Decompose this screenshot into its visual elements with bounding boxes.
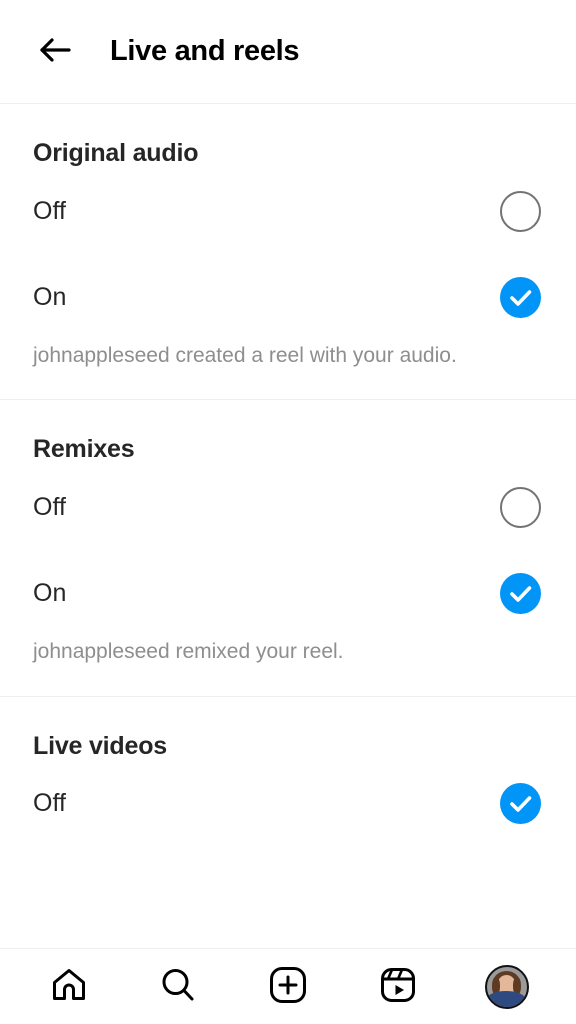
section-title: Live videos [33,731,167,760]
section-title: Remixes [33,435,135,464]
home-icon [49,965,89,1008]
option-label: On [33,282,67,311]
option-row-remixes-on[interactable]: On [0,550,576,636]
back-button[interactable] [19,16,91,88]
radio-selected-check-icon[interactable] [500,783,541,825]
option-row-original-audio-on[interactable]: On [0,254,576,340]
radio-selected-check-icon[interactable] [500,276,541,318]
option-label: Off [33,789,66,818]
reels-icon [378,965,418,1008]
section-title: Original audio [33,139,199,167]
radio-unselected-icon[interactable] [500,486,541,528]
option-label: Off [33,492,66,521]
header-bar: Live and reels [0,0,576,104]
section-remixes: Remixes Off On johnappleseed remixed you… [0,400,576,697]
radio-selected-check-icon[interactable] [500,572,541,614]
nav-item-create[interactable] [244,950,332,1024]
nav-item-home[interactable] [25,950,113,1024]
plus-square-icon [268,965,308,1008]
helper-text: johnappleseed created a reel with your a… [33,344,457,367]
avatar [485,964,530,1009]
option-label: Off [33,196,66,225]
arrow-left-icon [35,30,75,73]
option-row-live-videos-off[interactable]: Off [0,761,576,847]
option-row-remixes-off[interactable]: Off [0,464,576,550]
option-label: On [33,578,67,607]
nav-item-search[interactable] [134,950,222,1024]
section-original-audio: Original audio Off On johnappleseed crea… [0,104,576,401]
section-live-videos: Live videos Off [0,697,576,847]
radio-unselected-icon[interactable] [500,190,541,232]
page-title: Live and reels [110,35,300,67]
option-row-original-audio-off[interactable]: Off [0,168,576,254]
nav-item-profile[interactable] [463,950,551,1024]
settings-list: Original audio Off On johnappleseed crea… [0,104,576,948]
search-icon [158,965,198,1008]
avatar-shoulders [487,990,527,1007]
live-and-reels-screen: Live and reels Original audio Off On joh… [0,0,576,1024]
helper-text: johnappleseed remixed your reel. [33,640,344,664]
bottom-navigation-bar [0,948,576,1024]
nav-item-reels[interactable] [354,950,442,1024]
